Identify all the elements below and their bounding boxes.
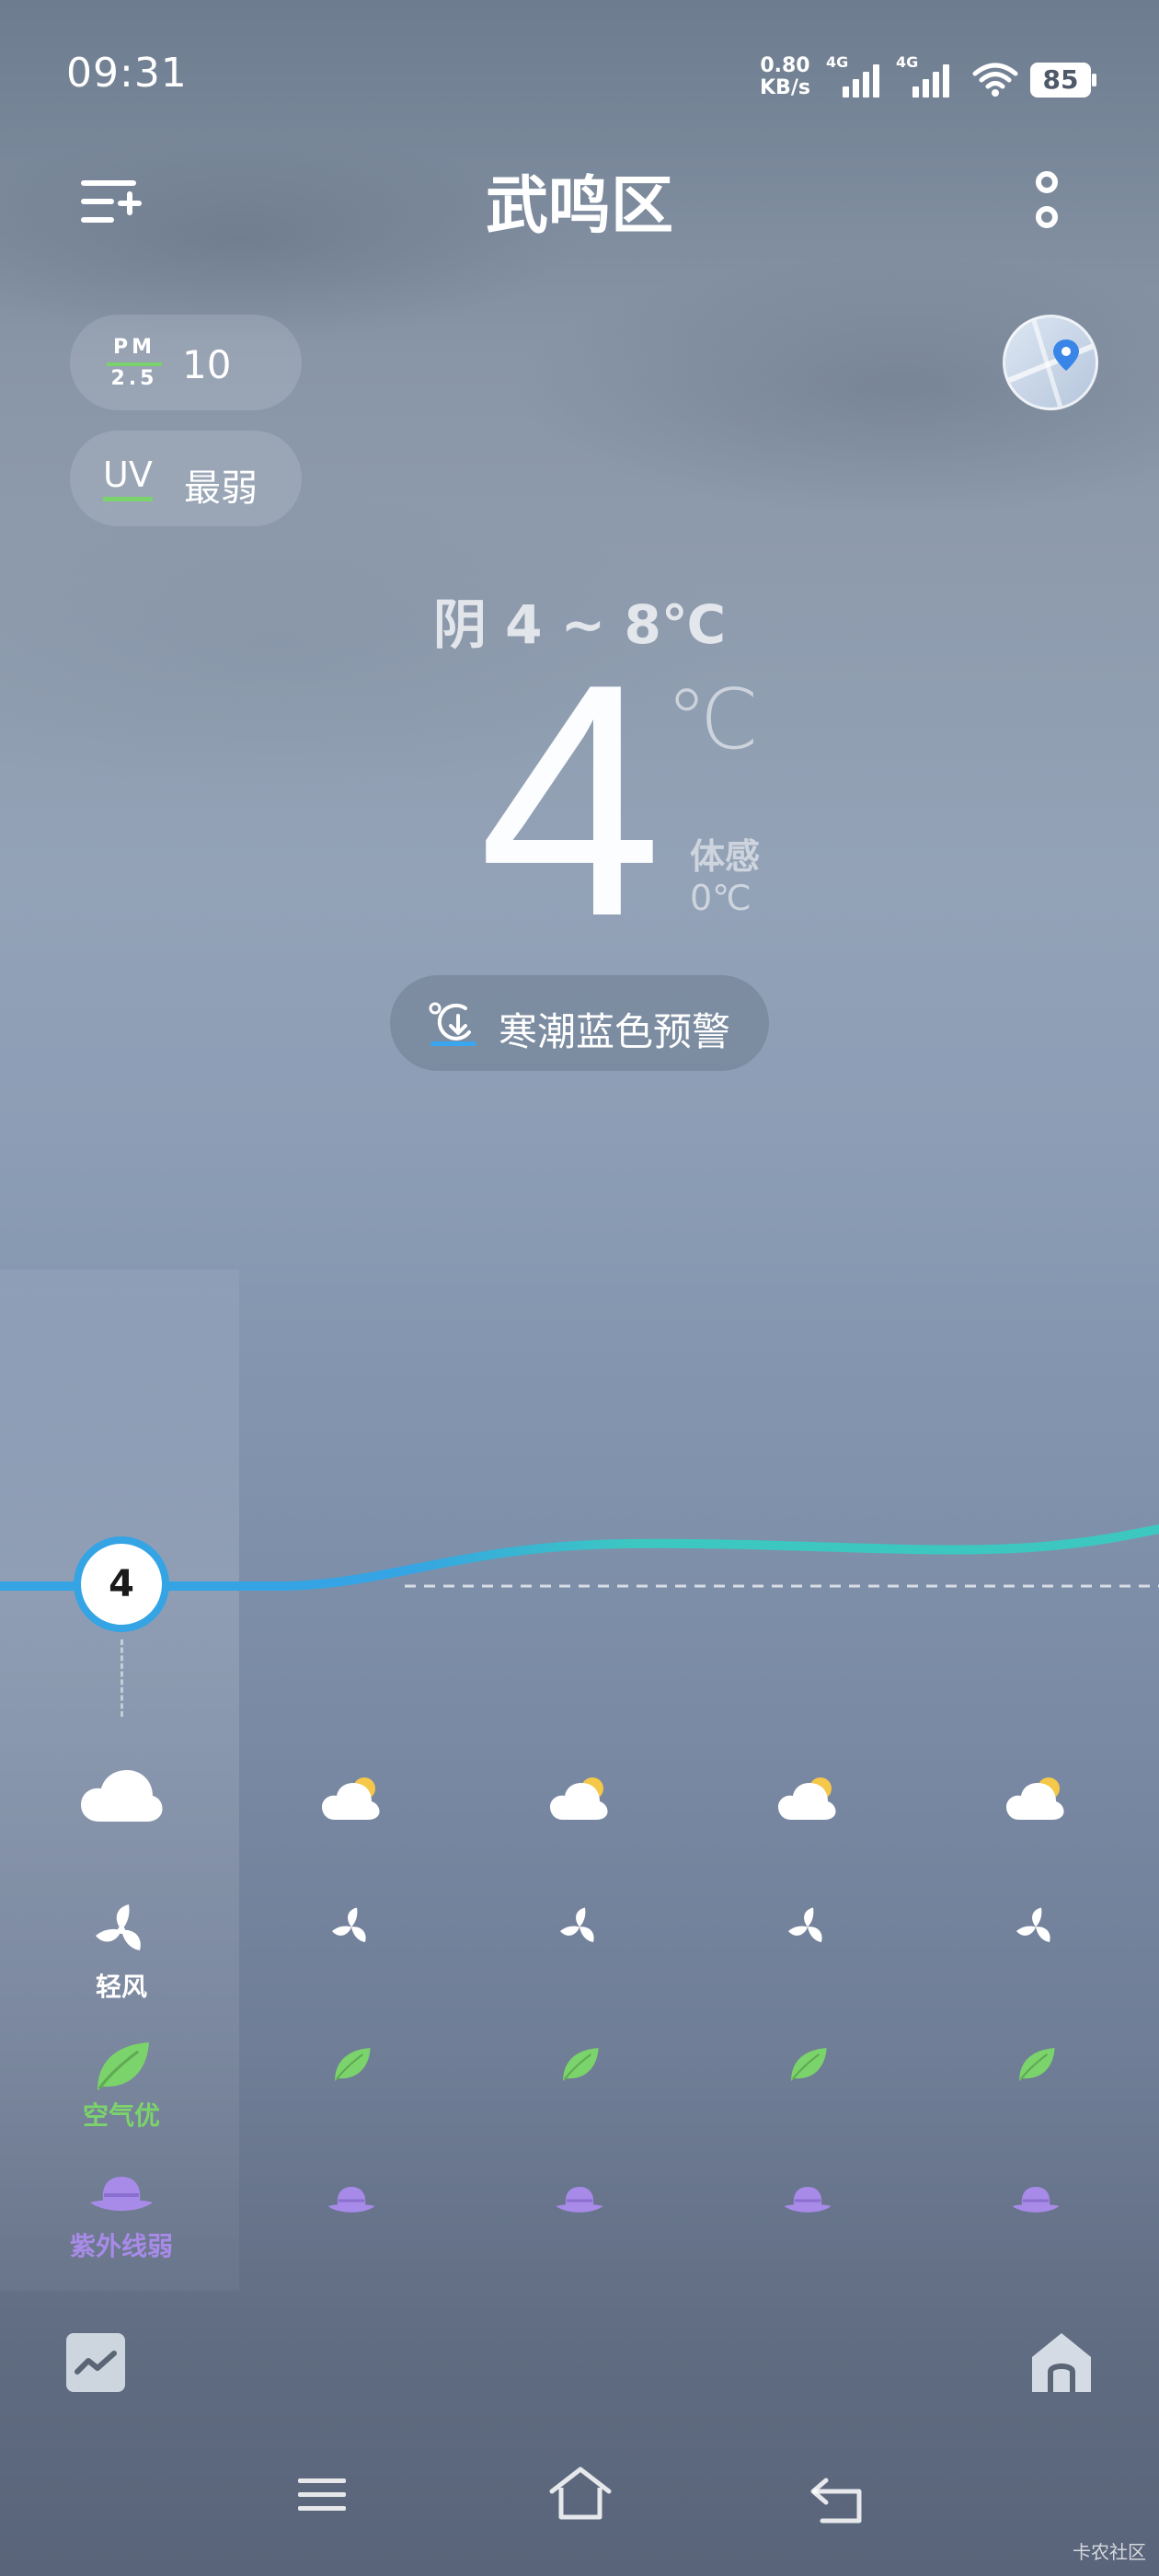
uv-label-now: 紫外线弱 (69, 2231, 173, 2261)
uv-value: 最弱 (184, 467, 258, 510)
wind-fan-icon (332, 1907, 366, 1942)
wind-level-label: 轻风 (95, 1972, 147, 2002)
air-quality-leaf-icon (791, 2048, 827, 2081)
partly-cloudy-icon (1006, 1777, 1064, 1820)
map-location-icon (1005, 317, 1096, 408)
current-temperature-marker: 4 (74, 1536, 169, 1632)
uv-hat-icon (90, 2177, 153, 2211)
more-options-button[interactable] (1030, 169, 1067, 236)
network-speed: 0.80 KB/s (760, 55, 810, 99)
uv-hat-icon (1012, 2187, 1060, 2213)
partly-cloudy-icon (778, 1777, 836, 1820)
wind-fan-icon (788, 1907, 822, 1942)
status-time: 09:31 (66, 50, 188, 97)
uv-label: UV (103, 456, 153, 501)
hour-column[interactable] (697, 1776, 918, 2236)
more-vertical-icon-dot (1036, 206, 1058, 228)
partly-cloudy-icon (322, 1777, 380, 1820)
wind-fan-icon (1016, 1907, 1050, 1942)
pm25-label-top: PM (107, 335, 162, 366)
alert-text: 寒潮蓝色预警 (499, 1009, 731, 1054)
battery-indicator: 85 (1030, 63, 1091, 98)
current-hour-dashed-line (120, 1639, 123, 1717)
hour-column[interactable] (925, 1776, 1146, 2236)
wifi-icon (972, 63, 1018, 97)
city-title: 武鸣区 (485, 170, 673, 243)
more-vertical-icon (1036, 171, 1058, 193)
feels-like-value: 0℃ (690, 878, 752, 918)
pm25-label: PM 2.5 (107, 335, 162, 392)
trend-chart-icon (75, 2351, 117, 2375)
home-nav-icon[interactable] (548, 2466, 613, 2521)
network-speed-value: 0.80 (760, 54, 810, 77)
temperature-unit: ℃ (666, 672, 760, 768)
watermark-text: 卡农社区 (1073, 2541, 1146, 2563)
map-button[interactable] (1003, 315, 1098, 410)
network-speed-unit: KB/s (760, 76, 810, 99)
air-quality-leaf-icon (563, 2048, 599, 2081)
hour-column-now[interactable]: 轻风 空气优 紫外线弱 (11, 1766, 232, 2282)
uv-hat-icon (556, 2187, 603, 2213)
wind-fan-icon (560, 1907, 594, 1942)
hour-column[interactable] (469, 1776, 690, 2236)
hour-column[interactable] (241, 1776, 462, 2236)
uv-pill[interactable]: UV 最弱 (70, 431, 302, 526)
home-icon (1032, 2333, 1091, 2392)
uv-hat-icon (327, 2187, 375, 2213)
back-icon[interactable] (808, 2475, 865, 2524)
pm25-label-bottom: 2.5 (110, 367, 158, 390)
pm25-value: 10 (182, 342, 232, 387)
current-temperature: 4 (478, 615, 663, 985)
temperature-curve (0, 1524, 1159, 1591)
uv-hat-icon (784, 2187, 832, 2213)
air-quality-label: 空气优 (82, 2100, 160, 2131)
menu-icon[interactable] (296, 2473, 348, 2517)
trend-chart-button[interactable] (66, 2333, 125, 2392)
air-quality-leaf-icon (1019, 2048, 1055, 2081)
cloudy-icon (81, 1770, 163, 1822)
air-quality-leaf-icon (98, 2042, 149, 2090)
home-location-button[interactable] (1028, 2329, 1095, 2396)
air-quality-leaf-icon (335, 2048, 371, 2081)
pm25-pill[interactable]: PM 2.5 10 (70, 315, 302, 410)
feels-like-label: 体感 (690, 836, 761, 877)
wind-fan-icon (96, 1904, 141, 1950)
weather-alert-button[interactable]: 寒潮蓝色预警 (390, 975, 769, 1071)
partly-cloudy-icon (550, 1777, 608, 1820)
battery-tip (1092, 74, 1096, 86)
cold-wave-warning-icon (429, 1002, 476, 1046)
